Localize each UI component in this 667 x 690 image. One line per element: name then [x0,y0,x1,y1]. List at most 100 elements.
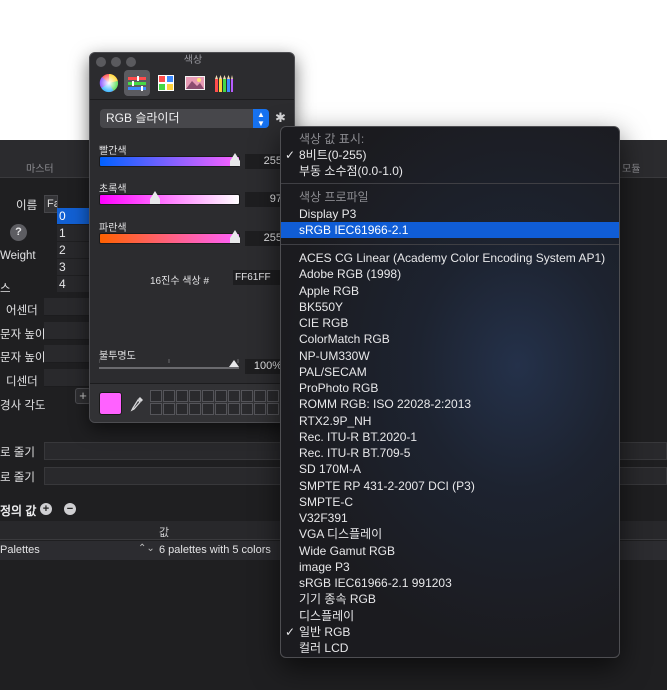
row-value[interactable]: 6 palettes with 5 colors [159,544,271,556]
add-definition-icon[interactable]: + [40,503,52,515]
menu-item-profile[interactable]: ProPhoto RGB [281,380,619,396]
help-button[interactable]: ? [10,224,27,241]
menu-item-profile[interactable]: NP-UM330W [281,348,619,364]
row-key[interactable]: Palettes [0,544,40,556]
tab-module[interactable]: 모듈 [622,160,640,175]
red-slider-thumb[interactable] [230,153,240,166]
metric-field[interactable] [44,345,94,363]
empty-swatch[interactable] [228,390,240,402]
hex-value-field[interactable]: FF61FF [233,270,283,285]
current-color-swatch[interactable] [99,392,122,415]
metric-field[interactable] [44,322,94,340]
empty-swatch[interactable] [241,390,253,402]
menu-item-srgb[interactable]: sRGB IEC61966-2.1 [281,222,619,238]
menu-item-profile[interactable]: 기기 종속 RGB [281,591,619,607]
empty-swatch[interactable] [241,403,253,415]
pencils-icon[interactable] [211,70,237,96]
empty-swatch[interactable] [176,403,188,415]
blue-slider-thumb[interactable] [230,230,240,243]
menu-item-profile[interactable]: SD 170M-A [281,461,619,477]
list-item[interactable]: 0 [57,208,90,225]
menu-item-profile[interactable]: CIE RGB [281,315,619,331]
eyedropper-icon[interactable] [129,395,145,413]
empty-swatch[interactable] [254,390,266,402]
empty-swatch[interactable] [215,390,227,402]
menu-item-float[interactable]: 부동 소수점(0.0-1.0) [281,163,619,179]
menu-item-profile[interactable]: ColorMatch RGB [281,331,619,347]
empty-swatch[interactable] [163,403,175,415]
menu-item-profile[interactable]: 디스플레이 [281,608,619,624]
empty-swatch[interactable] [150,390,162,402]
menu-item-profile[interactable]: V32F391 [281,510,619,526]
empty-swatch[interactable] [267,390,279,402]
green-slider[interactable] [99,191,240,205]
opacity-value-field[interactable]: 100% [245,359,285,374]
menu-item-profile[interactable]: sRGB IEC61966-2.1 991203 [281,575,619,591]
menu-item-label: SMPTE-C [299,494,353,509]
color-picker-panel: 색상 RGB 슬라이더 ▲ ▼ ✱ 빨간색 255 초록색 97 파란색 255… [89,52,295,423]
empty-swatch[interactable] [254,403,266,415]
menu-item-label: sRGB IEC61966-2.1 991203 [299,576,452,590]
menu-item-profile[interactable]: image P3 [281,559,619,575]
opacity-slider[interactable] [99,367,239,369]
color-model-select[interactable]: RGB 슬라이더 ▲ ▼ [100,109,269,128]
empty-swatch[interactable] [202,390,214,402]
empty-swatch[interactable] [189,403,201,415]
key-popup-icon[interactable]: ⌃⌄ [138,543,155,554]
empty-swatch[interactable] [163,390,175,402]
empty-swatch[interactable] [150,403,162,415]
menu-item-profile[interactable]: VGA 디스플레이 [281,526,619,542]
menu-item-profile[interactable]: Rec. ITU-R BT.2020-1 [281,429,619,445]
blue-slider[interactable] [99,230,240,244]
color-wheel-icon[interactable] [96,70,122,96]
name-field[interactable]: Fa [44,195,58,213]
tab-master[interactable]: 마스터 [26,160,54,175]
empty-swatch[interactable] [215,403,227,415]
menu-item-display-p3[interactable]: Display P3 [281,206,619,222]
red-value-field[interactable]: 255 [245,154,285,169]
empty-swatch[interactable] [189,390,201,402]
gear-icon[interactable]: ✱ [275,111,286,125]
green-value-field[interactable]: 97 [245,192,285,207]
opacity-slider-thumb[interactable] [229,360,239,367]
metric-field[interactable] [44,369,94,387]
column-header-value[interactable]: 값 [159,524,169,540]
palettes-icon[interactable] [153,70,179,96]
menu-item-label: 디스플레이 [299,608,355,623]
menu-item-profile[interactable]: ACES CG Linear (Academy Color Encoding S… [281,250,619,266]
menu-item-label: NP-UM330W [299,348,370,363]
menu-item-profile[interactable]: RTX2.9P_NH [281,413,619,429]
menu-item-label: V32F391 [299,511,348,525]
menu-item-profile[interactable]: ROMM RGB: ISO 22028-2:2013 [281,396,619,412]
metric-field[interactable] [44,298,94,316]
menu-item-label: RTX2.9P_NH [299,413,372,428]
sliders-icon[interactable] [124,70,150,96]
menu-item-profile[interactable]: SMPTE RP 431-2-2007 DCI (P3) [281,478,619,494]
image-palette-icon[interactable] [182,70,208,96]
menu-item-8bit[interactable]: ✓ 8비트(0-255) [281,147,619,163]
empty-swatch[interactable] [202,403,214,415]
list-item[interactable]: 4 [57,276,90,293]
empty-swatch[interactable] [228,403,240,415]
empty-swatch[interactable] [176,390,188,402]
list-item[interactable]: 2 [57,242,90,259]
menu-item-profile[interactable]: Apple RGB [281,283,619,299]
red-slider[interactable] [99,153,240,167]
menu-item-profile[interactable]: SMPTE-C [281,494,619,510]
minimize-icon[interactable] [111,57,121,67]
empty-swatch[interactable] [267,403,279,415]
menu-item-profile[interactable]: Adobe RGB (1998) [281,266,619,282]
blue-value-field[interactable]: 255 [245,231,285,246]
menu-item-profile[interactable]: PAL/SECAM [281,364,619,380]
menu-item-profile[interactable]: 컬러 LCD [281,640,619,656]
list-item[interactable]: 1 [57,225,90,242]
remove-definition-icon[interactable]: − [64,503,76,515]
menu-item-profile[interactable]: ✓ 일반 RGB [281,624,619,640]
green-slider-thumb[interactable] [150,191,161,204]
zoom-icon[interactable] [126,57,136,67]
menu-item-profile[interactable]: Wide Gamut RGB [281,543,619,559]
list-item[interactable]: 3 [57,259,90,276]
menu-item-profile[interactable]: Rec. ITU-R BT.709-5 [281,445,619,461]
menu-item-profile[interactable]: BK550Y [281,299,619,315]
close-icon[interactable] [96,57,106,67]
